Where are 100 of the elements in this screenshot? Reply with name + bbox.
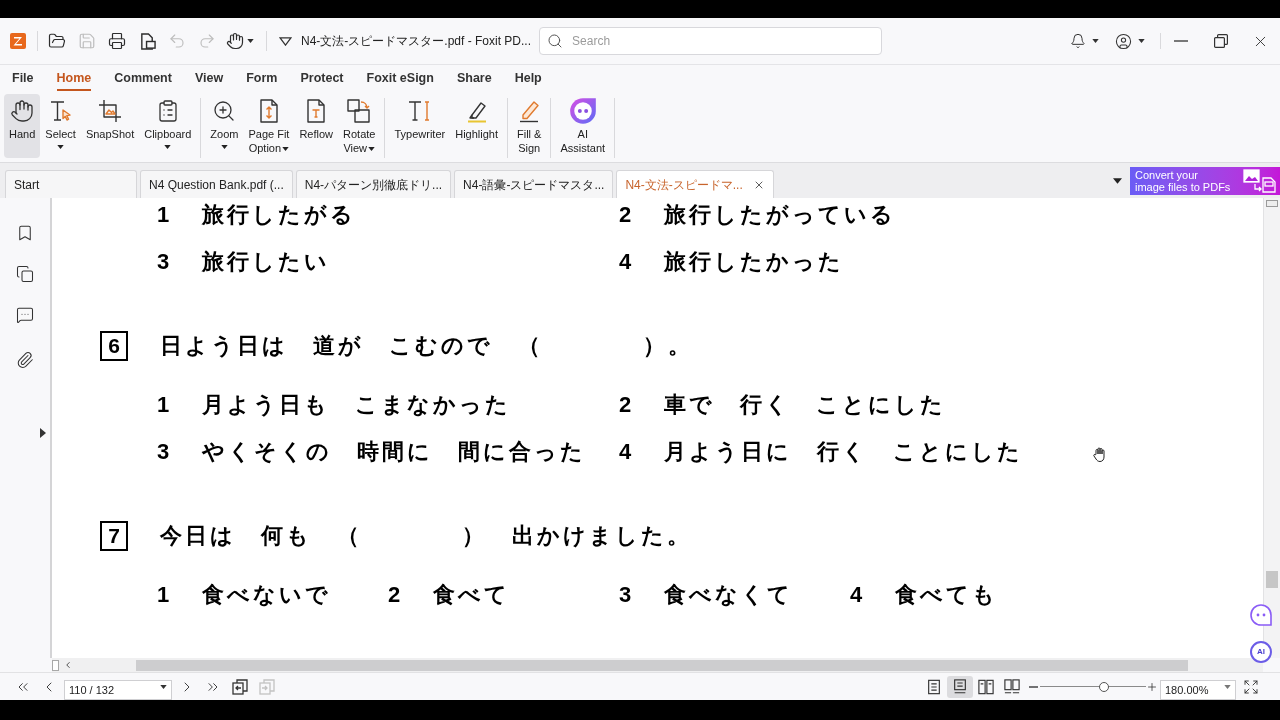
face-bubble-icon [568,97,597,125]
menu-tab[interactable]: Protect [300,65,344,91]
question-text: 今日は 何も （ ） 出かけました。 [160,522,692,550]
choice-number: 1 [157,581,174,609]
hand-icon [226,32,244,50]
choice-text: やくそくの 時間に 間に合った [202,438,586,466]
choice-number: 3 [619,581,636,609]
choice-text: 旅行したい [202,248,330,276]
fill-sign-button[interactable]: Fill & Sign [512,94,547,158]
comment-icon[interactable] [16,306,34,324]
select-button[interactable]: Select [40,94,81,158]
choice-text: 旅行したかった [664,248,844,276]
menu-tab[interactable]: View [194,65,224,91]
menu-tab[interactable]: Comment [114,65,172,91]
expand-icon [1243,678,1259,695]
choice-number: 4 [850,581,867,609]
pages-icon[interactable] [16,265,34,283]
view-mode-button[interactable] [947,675,973,698]
choice-text: 食べても [895,581,998,609]
two-page-icon [978,678,994,695]
zoom-in-icon[interactable] [1146,680,1158,693]
caret-icon [57,145,65,149]
menu-tab[interactable]: Share [456,65,492,91]
question-text: 日よう日は 道が こむので （ ）。 [160,332,693,360]
app-logo-icon[interactable] [10,33,26,49]
choice-number: 2 [619,391,636,419]
caret-icon [1138,39,1145,43]
document-tab[interactable]: N4-パターン別徹底ドリ... [295,170,452,198]
text-cursor-icon [407,99,432,123]
choice-number: 3 [157,248,174,276]
crop-image-icon [98,99,123,123]
highlight-button[interactable]: Highlight [450,94,503,158]
pen-icon [517,99,542,123]
snapshot-button[interactable]: SnapShot [80,94,140,158]
document-tab[interactable]: N4-文法-スピードマ... [616,170,774,198]
page-fit-button[interactable]: Page Fit Option [243,94,295,158]
menu-tab[interactable]: Home [56,65,92,91]
hand-cursor-icon [1092,446,1108,462]
zoom-out-icon[interactable] [1029,685,1038,688]
choice-text: 月よう日も こまなかった [202,391,511,419]
caret-icon [247,39,254,43]
redo-icon [198,32,216,50]
stacked-pages-icon [259,678,275,695]
document-tab[interactable]: Start [5,170,137,198]
restore-icon [1214,34,1228,48]
scroll-left-icon[interactable] [63,660,73,670]
continuous-page-icon [952,678,968,695]
promo-text: Convert your image files to PDFs [1135,168,1232,193]
choice-text: 食べなくて [664,581,793,609]
document-icon [138,32,156,50]
hand-icon [10,99,35,123]
text-pointer-icon [48,99,73,123]
image-to-page-icon [1243,168,1277,193]
page-field[interactable]: 110 / 132 [64,679,172,700]
paperclip-icon[interactable] [16,351,34,369]
menu-tab[interactable]: Foxit eSign [366,65,434,91]
choice-number: 4 [619,438,636,466]
menu-tab[interactable]: Help [514,65,542,91]
scrollbar-thumb[interactable] [136,659,1188,671]
typewriter-button[interactable]: Typewriter [389,94,451,158]
scrollbar-thumb[interactable] [1266,571,1278,588]
zoom-slider[interactable] [1040,681,1146,692]
expand-arrow-icon[interactable] [40,428,46,438]
choice-number: 3 [157,438,174,466]
choice-text: 食べて [433,581,510,609]
rotate-button[interactable]: Rotate View [338,94,381,158]
choice-number: 1 [157,201,174,229]
zoom-caret-icon [1224,684,1231,689]
clipboard-button[interactable]: Clipboard [139,94,197,158]
two-page-continuous-icon [1004,678,1020,695]
choice-text: 月よう日に 行く ことにした [664,438,1023,466]
choice-text: 旅行したがる [202,201,356,229]
search-icon [547,33,564,49]
hand-button[interactable]: Hand [4,94,41,158]
slider-thumb[interactable] [1098,681,1109,692]
choice-number: 4 [619,248,636,276]
choice-number: 1 [157,391,174,419]
choice-text: 食べないで [202,581,331,609]
zoom-field[interactable]: 180.00% [1160,679,1236,700]
caret-icon [164,145,172,149]
bookmark-icon[interactable] [16,224,34,242]
rotate-pages-icon [347,99,372,123]
reflow-button[interactable]: Reflow [294,94,338,158]
undo-icon [168,32,186,50]
window-title: N4-文法-スピードマスター.pdf - Foxit PD... [301,33,532,50]
promo-banner[interactable]: Convert your image files to PDFs [1130,166,1280,195]
search-field[interactable]: Search [539,27,883,55]
zoom-button[interactable]: Zoom [205,94,244,158]
menu-tab[interactable]: Form [246,65,278,91]
folder-icon [48,32,66,50]
caret-icon [282,147,290,152]
scroll-corner-icon [52,659,59,671]
document-tab[interactable]: N4 Question Bank.pdf (... [140,170,293,198]
ai-button[interactable]: AI Assistant [555,94,611,158]
triangle-down-icon [278,36,292,46]
user-icon [1115,32,1132,50]
document-tab[interactable]: N4-語彙-スピードマスタ... [454,170,614,198]
caret-icon [1091,39,1099,43]
menu-tab[interactable]: File [12,65,34,91]
question-number: 7 [100,521,128,551]
